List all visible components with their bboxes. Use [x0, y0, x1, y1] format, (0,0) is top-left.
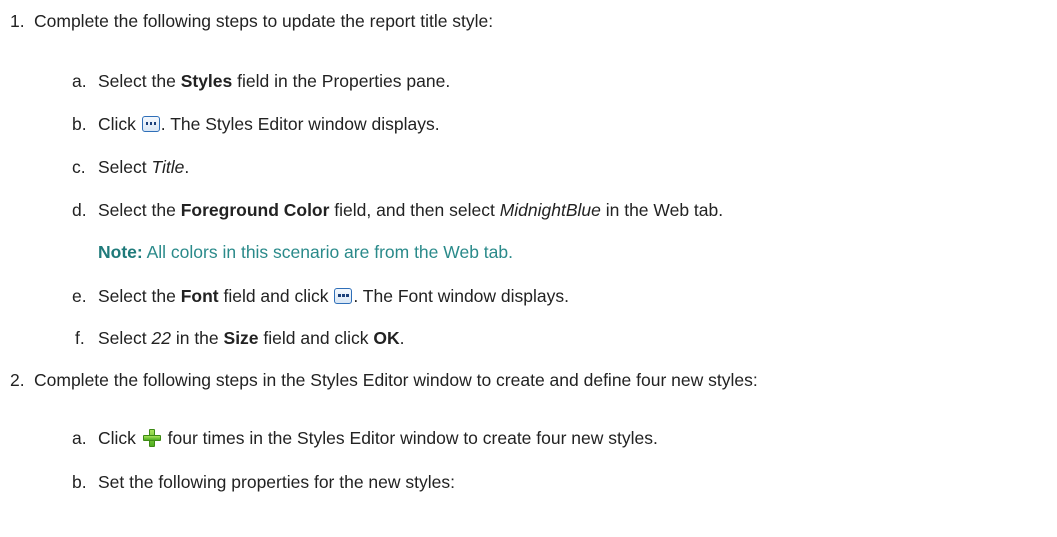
step-1c-letter: c.: [72, 157, 86, 177]
step-1e-text: Select the Font field and click . The Fo…: [98, 286, 570, 306]
ok-button-label: OK: [373, 328, 400, 348]
size-value: 22: [151, 328, 171, 348]
size-field-label: Size: [223, 328, 259, 348]
step-2a-text: Click four times in the Styles Editor wi…: [98, 428, 658, 448]
midnightblue-color-name: MidnightBlue: [499, 200, 601, 220]
step-1f-text: Select 22 in the Size field and click OK…: [98, 328, 405, 348]
step-1b-text: Click . The Styles Editor window display…: [98, 114, 440, 134]
step-1a-letter: a.: [72, 71, 87, 91]
step-1c-text: Select Title.: [98, 157, 190, 177]
step-1a-text: Select the Styles field in the Propertie…: [98, 71, 451, 91]
foreground-color-field-label: Foreground Color: [180, 200, 330, 220]
step-2-text: Complete the following steps in the Styl…: [34, 370, 758, 390]
step-2b-text: Set the following properties for the new…: [98, 472, 455, 492]
title-style-name: Title: [151, 157, 185, 177]
step-1e-letter: e.: [72, 286, 87, 306]
step-1f-letter: f.: [75, 328, 85, 348]
font-field-label: Font: [180, 286, 219, 306]
step-2-number: 2.: [10, 370, 25, 390]
step-2b-letter: b.: [72, 472, 87, 492]
step-1b-letter: b.: [72, 114, 87, 134]
note-label: Note:: [98, 242, 143, 262]
ellipsis-button-icon: [141, 116, 160, 132]
step-1d-text: Select the Foreground Color field, and t…: [98, 200, 724, 220]
step-1-text: Complete the following steps to update t…: [34, 11, 494, 31]
step-1-number: 1.: [10, 11, 25, 31]
step-2a-letter: a.: [72, 428, 87, 448]
add-plus-icon: [142, 429, 161, 447]
styles-field-label: Styles: [180, 71, 233, 91]
ellipsis-button-icon: [334, 288, 353, 304]
step-1d-letter: d.: [72, 200, 87, 220]
note-text: Note: All colors in this scenario are fr…: [98, 242, 513, 262]
